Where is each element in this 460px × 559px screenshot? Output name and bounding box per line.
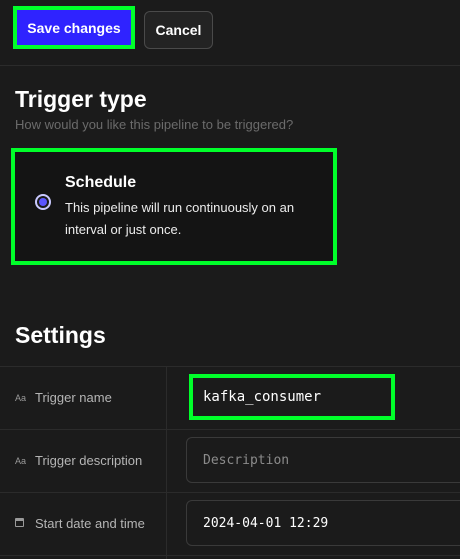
trigger-type-heading: Trigger type [15, 86, 147, 112]
trigger-name-input[interactable] [189, 374, 395, 420]
calendar-icon-wrap [15, 518, 27, 529]
settings-divider [0, 555, 460, 556]
radio-selected-dot [39, 198, 47, 206]
trigger-name-label-text: Trigger name [35, 390, 112, 405]
settings-divider [0, 492, 460, 493]
trigger-description-label: Aa Trigger description [15, 453, 142, 468]
settings-heading: Settings [15, 322, 106, 348]
schedule-option-title: Schedule [65, 174, 137, 191]
settings-column-divider [166, 366, 167, 559]
text-type-icon: Aa [15, 392, 27, 403]
save-changes-button[interactable]: Save changes [13, 6, 135, 49]
schedule-trigger-option[interactable]: Schedule This pipeline will run continuo… [11, 148, 337, 265]
settings-divider [0, 429, 460, 430]
trigger-description-label-text: Trigger description [35, 453, 143, 468]
trigger-type-subtitle: How would you like this pipeline to be t… [15, 117, 294, 132]
settings-divider [0, 366, 460, 367]
start-date-time-input[interactable] [186, 500, 460, 546]
pipeline-trigger-editor: Save changes Cancel Trigger type How wou… [0, 0, 460, 559]
cancel-button[interactable]: Cancel [144, 11, 213, 49]
start-date-label-text: Start date and time [35, 516, 145, 531]
trigger-description-input[interactable] [186, 437, 460, 483]
calendar-icon [15, 518, 24, 527]
start-date-label: Start date and time [15, 516, 145, 531]
schedule-radio[interactable] [35, 194, 51, 210]
text-type-icon: Aa [15, 455, 27, 466]
schedule-option-description: This pipeline will run continuously on a… [65, 200, 295, 237]
trigger-name-label: Aa Trigger name [15, 390, 112, 405]
toolbar: Save changes Cancel [0, 0, 460, 66]
